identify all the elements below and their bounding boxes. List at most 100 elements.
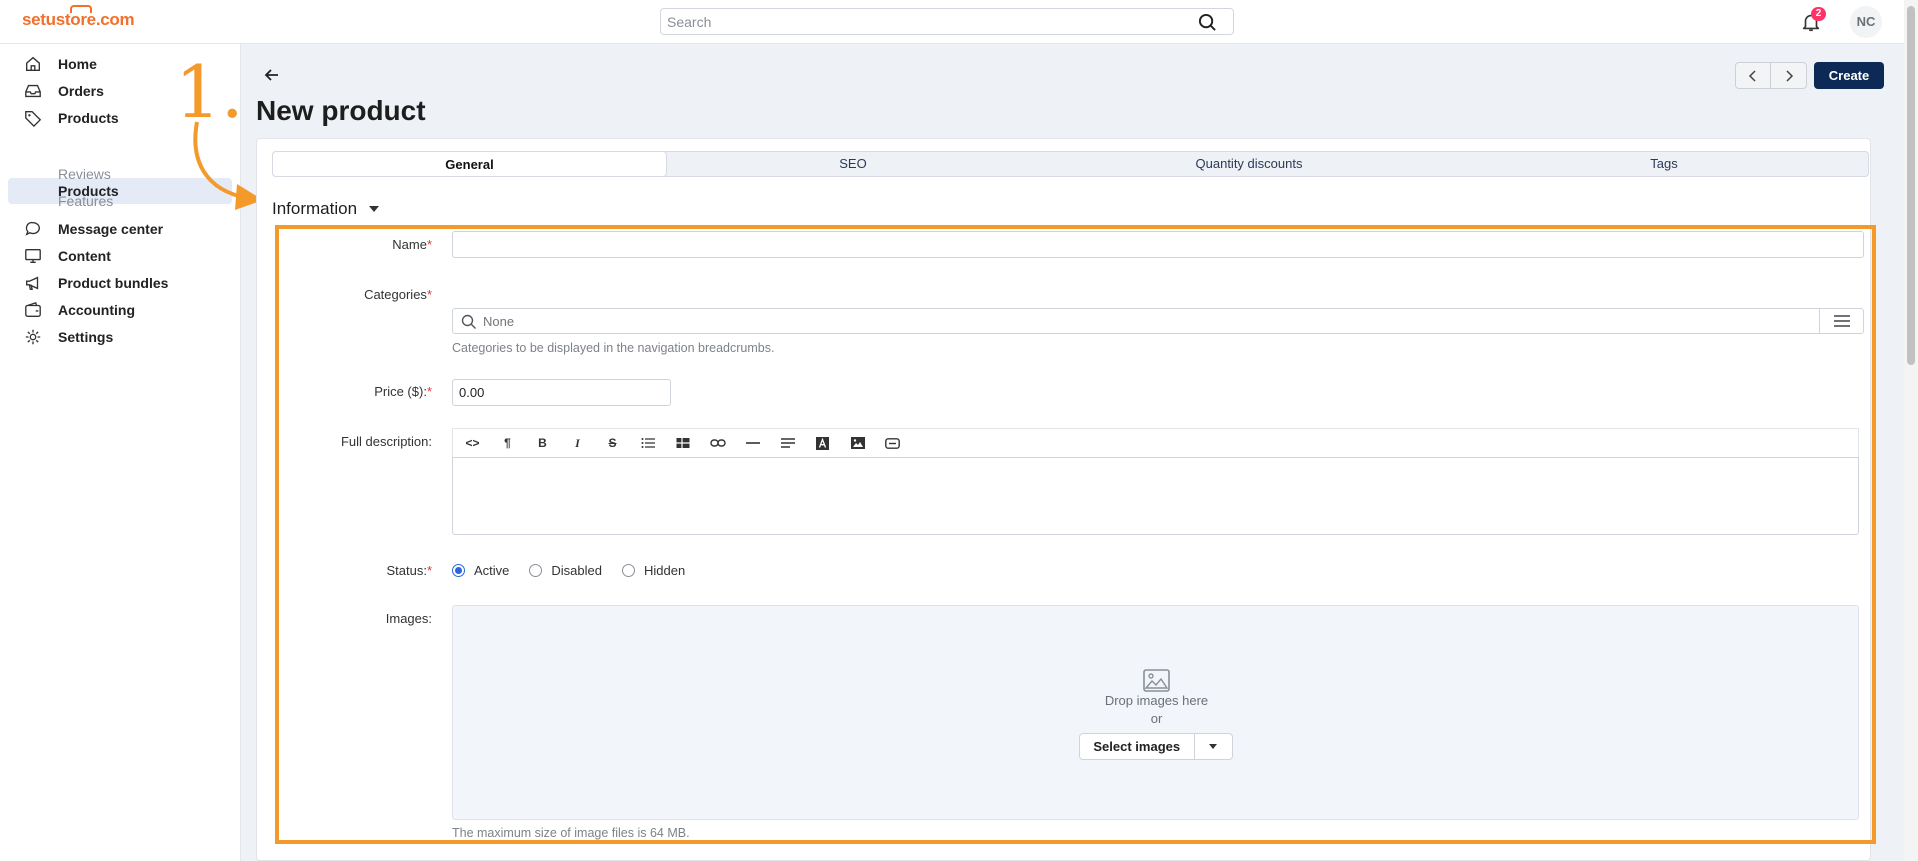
list-icon — [641, 438, 655, 448]
price-label: Price ($):* — [374, 384, 432, 399]
categories-label: Categories* — [364, 287, 432, 302]
editor-toolbar: <> ¶ B I S — [452, 428, 1859, 457]
price-input[interactable] — [453, 380, 670, 405]
tab-seo[interactable]: SEO — [667, 152, 1039, 176]
insert-image-button[interactable] — [840, 430, 875, 457]
name-input[interactable] — [453, 232, 1863, 257]
sidebar-item-label: Products — [58, 110, 119, 126]
sidebar-item-content[interactable]: Content — [24, 245, 111, 267]
bold-button[interactable]: B — [525, 430, 560, 457]
status-active-radio[interactable]: Active — [452, 563, 509, 578]
gear-icon — [25, 329, 41, 345]
sidebar-item-product-bundles[interactable]: Product bundles — [24, 272, 168, 294]
description-editor[interactable] — [452, 457, 1859, 535]
annotation-arrow-icon — [193, 121, 263, 210]
or-text: or — [1150, 711, 1163, 726]
prev-button[interactable] — [1736, 63, 1772, 88]
tab-general[interactable]: General — [272, 151, 667, 177]
sidebar-subitem-reviews[interactable]: Reviews — [58, 166, 111, 182]
pager — [1735, 62, 1807, 89]
sidebar-subitem-features[interactable]: Features — [58, 193, 113, 209]
status-hidden-radio[interactable]: Hidden — [622, 563, 685, 578]
caret-down-icon — [1209, 744, 1218, 749]
back-arrow-icon[interactable] — [262, 65, 282, 85]
notification-badge: 2 — [1811, 7, 1826, 21]
required-mark: * — [426, 384, 432, 399]
tab-tags[interactable]: Tags — [1459, 152, 1869, 176]
select-images-dropdown[interactable] — [1195, 734, 1233, 759]
images-help-text: The maximum size of image files is 64 MB… — [452, 826, 690, 840]
sidebar-item-products[interactable]: Products — [24, 107, 119, 129]
sidebar-item-accounting[interactable]: Accounting — [24, 299, 135, 321]
table-button[interactable] — [665, 430, 700, 457]
section-information-toggle[interactable]: Information — [272, 199, 380, 219]
page-scrollbar[interactable] — [1904, 0, 1918, 861]
sidebar-item-label: Message center — [58, 221, 164, 237]
code-view-button[interactable]: <> — [455, 430, 490, 457]
horizontal-rule-icon — [745, 442, 760, 444]
italic-icon: I — [575, 435, 580, 450]
status-option-label: Disabled — [551, 563, 602, 578]
paragraph-icon: ¶ — [504, 436, 511, 450]
required-mark: * — [426, 287, 432, 302]
avatar[interactable]: NC — [1850, 6, 1882, 38]
search-box[interactable] — [660, 8, 1234, 35]
next-button[interactable] — [1771, 63, 1806, 88]
select-images-button[interactable]: Select images — [1080, 734, 1195, 759]
sidebar-item-orders[interactable]: Orders — [24, 80, 104, 102]
image-dropzone[interactable]: Drop images here or Select images — [452, 605, 1859, 820]
create-button[interactable]: Create — [1814, 62, 1884, 89]
image-icon — [850, 437, 865, 449]
embed-button[interactable] — [875, 430, 910, 457]
inbox-icon — [25, 84, 41, 98]
categories-help-text: Categories to be displayed in the naviga… — [452, 341, 775, 355]
price-field[interactable] — [452, 379, 671, 406]
categories-field[interactable] — [452, 308, 1864, 334]
menu-icon — [1833, 315, 1850, 327]
sidebar-item-label: Home — [58, 56, 97, 72]
sidebar-item-message-center[interactable]: Message center — [24, 218, 163, 240]
horizontal-rule-button[interactable] — [735, 430, 770, 457]
search-icon[interactable] — [1198, 13, 1217, 32]
megaphone-icon — [26, 276, 39, 290]
sidebar-item-settings[interactable]: Settings — [24, 326, 113, 348]
italic-button[interactable]: I — [560, 430, 595, 457]
sidebar-item-label: Product bundles — [58, 275, 169, 291]
images-label: Images: — [385, 611, 432, 626]
monitor-icon — [25, 249, 41, 263]
logo[interactable]: setustore.com — [22, 5, 135, 30]
link-button[interactable] — [700, 430, 735, 457]
paragraph-button[interactable]: ¶ — [490, 430, 525, 457]
required-mark: * — [426, 237, 432, 252]
align-button[interactable] — [770, 430, 805, 457]
section-title: Information — [272, 199, 358, 218]
tag-icon — [25, 111, 42, 127]
text-color-button[interactable] — [805, 430, 840, 457]
wallet-icon — [25, 301, 41, 317]
strikethrough-button[interactable]: S — [595, 430, 630, 457]
bullet-list-button[interactable] — [630, 430, 665, 457]
select-images-group: Select images — [1079, 733, 1233, 760]
name-field[interactable] — [452, 231, 1864, 258]
radio-unchecked[interactable] — [529, 564, 543, 577]
status-label: Status:* — [386, 563, 432, 578]
categories-picker-button[interactable] — [1819, 309, 1863, 333]
tab-quantity-discounts[interactable]: Quantity discounts — [1039, 152, 1459, 176]
categories-input[interactable] — [453, 309, 1819, 333]
top-bar: setustore.com 2 NC — [0, 0, 1918, 44]
image-icon — [1143, 669, 1170, 692]
sidebar-item-home[interactable]: Home — [24, 53, 97, 75]
radio-checked[interactable] — [452, 564, 465, 577]
status-disabled-radio[interactable]: Disabled — [529, 563, 602, 578]
scrollbar-thumb[interactable] — [1907, 6, 1915, 365]
drop-images-text: Drop images here — [1104, 693, 1209, 708]
chat-icon — [25, 221, 40, 236]
sidebar-item-label: Accounting — [58, 302, 135, 318]
sidebar-item-label: Orders — [58, 83, 104, 99]
text-color-icon — [816, 436, 829, 450]
search-input[interactable] — [661, 9, 1181, 34]
strikethrough-icon: S — [608, 436, 617, 450]
tab-bar: General SEO Quantity discounts Tags — [272, 151, 1869, 177]
radio-unchecked[interactable] — [622, 564, 635, 577]
page-title: New product — [256, 95, 426, 126]
